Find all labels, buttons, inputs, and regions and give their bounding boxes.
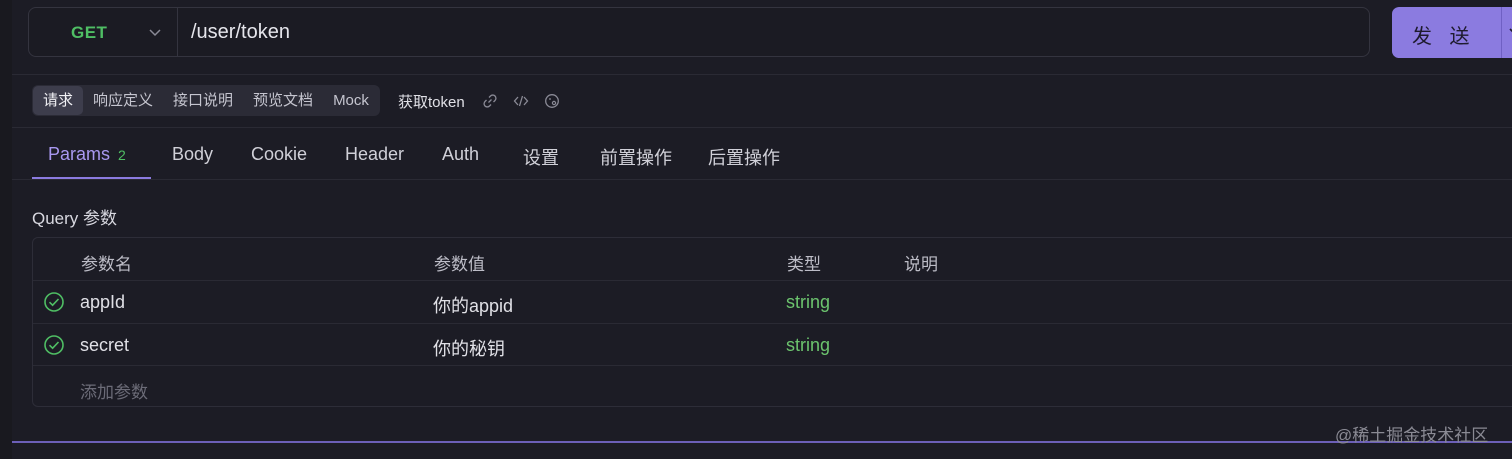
divider [12, 179, 1512, 180]
add-param-input[interactable]: 添加参数 [80, 378, 148, 403]
param-type[interactable]: string [786, 292, 830, 313]
subtab-request[interactable]: 请求 [33, 86, 84, 115]
url-input[interactable]: /user/token [191, 8, 1351, 56]
column-header-description: 说明 [904, 255, 938, 274]
method-select[interactable]: GET [29, 8, 178, 56]
query-params-table: 参数名 参数值 类型 说明 appId 你的appid string secre… [32, 237, 1512, 407]
check-circle-icon[interactable] [43, 334, 65, 356]
param-type[interactable]: string [786, 335, 830, 356]
tab-label: Params [48, 144, 111, 164]
tab-params[interactable]: Params 2 [48, 144, 126, 165]
column-header-type: 类型 [787, 255, 821, 274]
send-divider [1501, 7, 1502, 58]
tab-cookie[interactable]: Cookie [251, 144, 307, 165]
row-divider [33, 280, 1512, 281]
tab-pre-operations[interactable]: 前置操作 [600, 144, 672, 170]
left-edge [0, 0, 12, 459]
row-divider [33, 365, 1512, 366]
params-count-badge: 2 [118, 147, 126, 163]
column-header-name: 参数名 [81, 255, 132, 274]
divider [12, 127, 1512, 128]
chevron-down-icon[interactable] [1508, 24, 1512, 38]
subtab-api-description[interactable]: 接口说明 [163, 86, 243, 115]
subtab-preview-doc[interactable]: 预览文档 [243, 86, 323, 115]
method-label: GET [71, 23, 108, 42]
tab-body[interactable]: Body [172, 144, 213, 165]
param-name[interactable]: appId [80, 292, 125, 313]
watermark: @稀土掘金技术社区 [1335, 426, 1489, 445]
palette-icon[interactable] [544, 93, 560, 109]
subtab-bar: 请求 响应定义 接口说明 预览文档 Mock [32, 85, 380, 116]
check-circle-icon[interactable] [43, 291, 65, 313]
chevron-down-icon [149, 29, 161, 37]
code-icon[interactable] [513, 93, 529, 109]
url-bar: GET /user/token [28, 7, 1370, 57]
param-value[interactable]: 你的appid [433, 292, 513, 318]
api-request-panel: GET /user/token 发 送 请求 响应定义 接口说明 预览文档 Mo… [0, 0, 1512, 459]
section-divider [12, 441, 1512, 443]
divider [12, 74, 1512, 75]
send-label: 发 送 [1412, 26, 1476, 48]
param-name[interactable]: secret [80, 335, 129, 356]
tab-settings[interactable]: 设置 [523, 144, 559, 170]
tab-auth[interactable]: Auth [442, 144, 479, 165]
subtab-mock[interactable]: Mock [323, 86, 379, 115]
link-icon[interactable] [482, 93, 498, 109]
subtab-response-definition[interactable]: 响应定义 [83, 86, 163, 115]
row-divider [33, 323, 1512, 324]
query-params-title: Query 参数 [32, 209, 118, 228]
column-header-value: 参数值 [434, 255, 485, 274]
send-button[interactable]: 发 送 [1392, 7, 1512, 58]
tab-header[interactable]: Header [345, 144, 404, 165]
tab-post-operations[interactable]: 后置操作 [708, 144, 780, 170]
param-value[interactable]: 你的秘钥 [433, 335, 505, 361]
api-name[interactable]: 获取token [398, 91, 465, 112]
